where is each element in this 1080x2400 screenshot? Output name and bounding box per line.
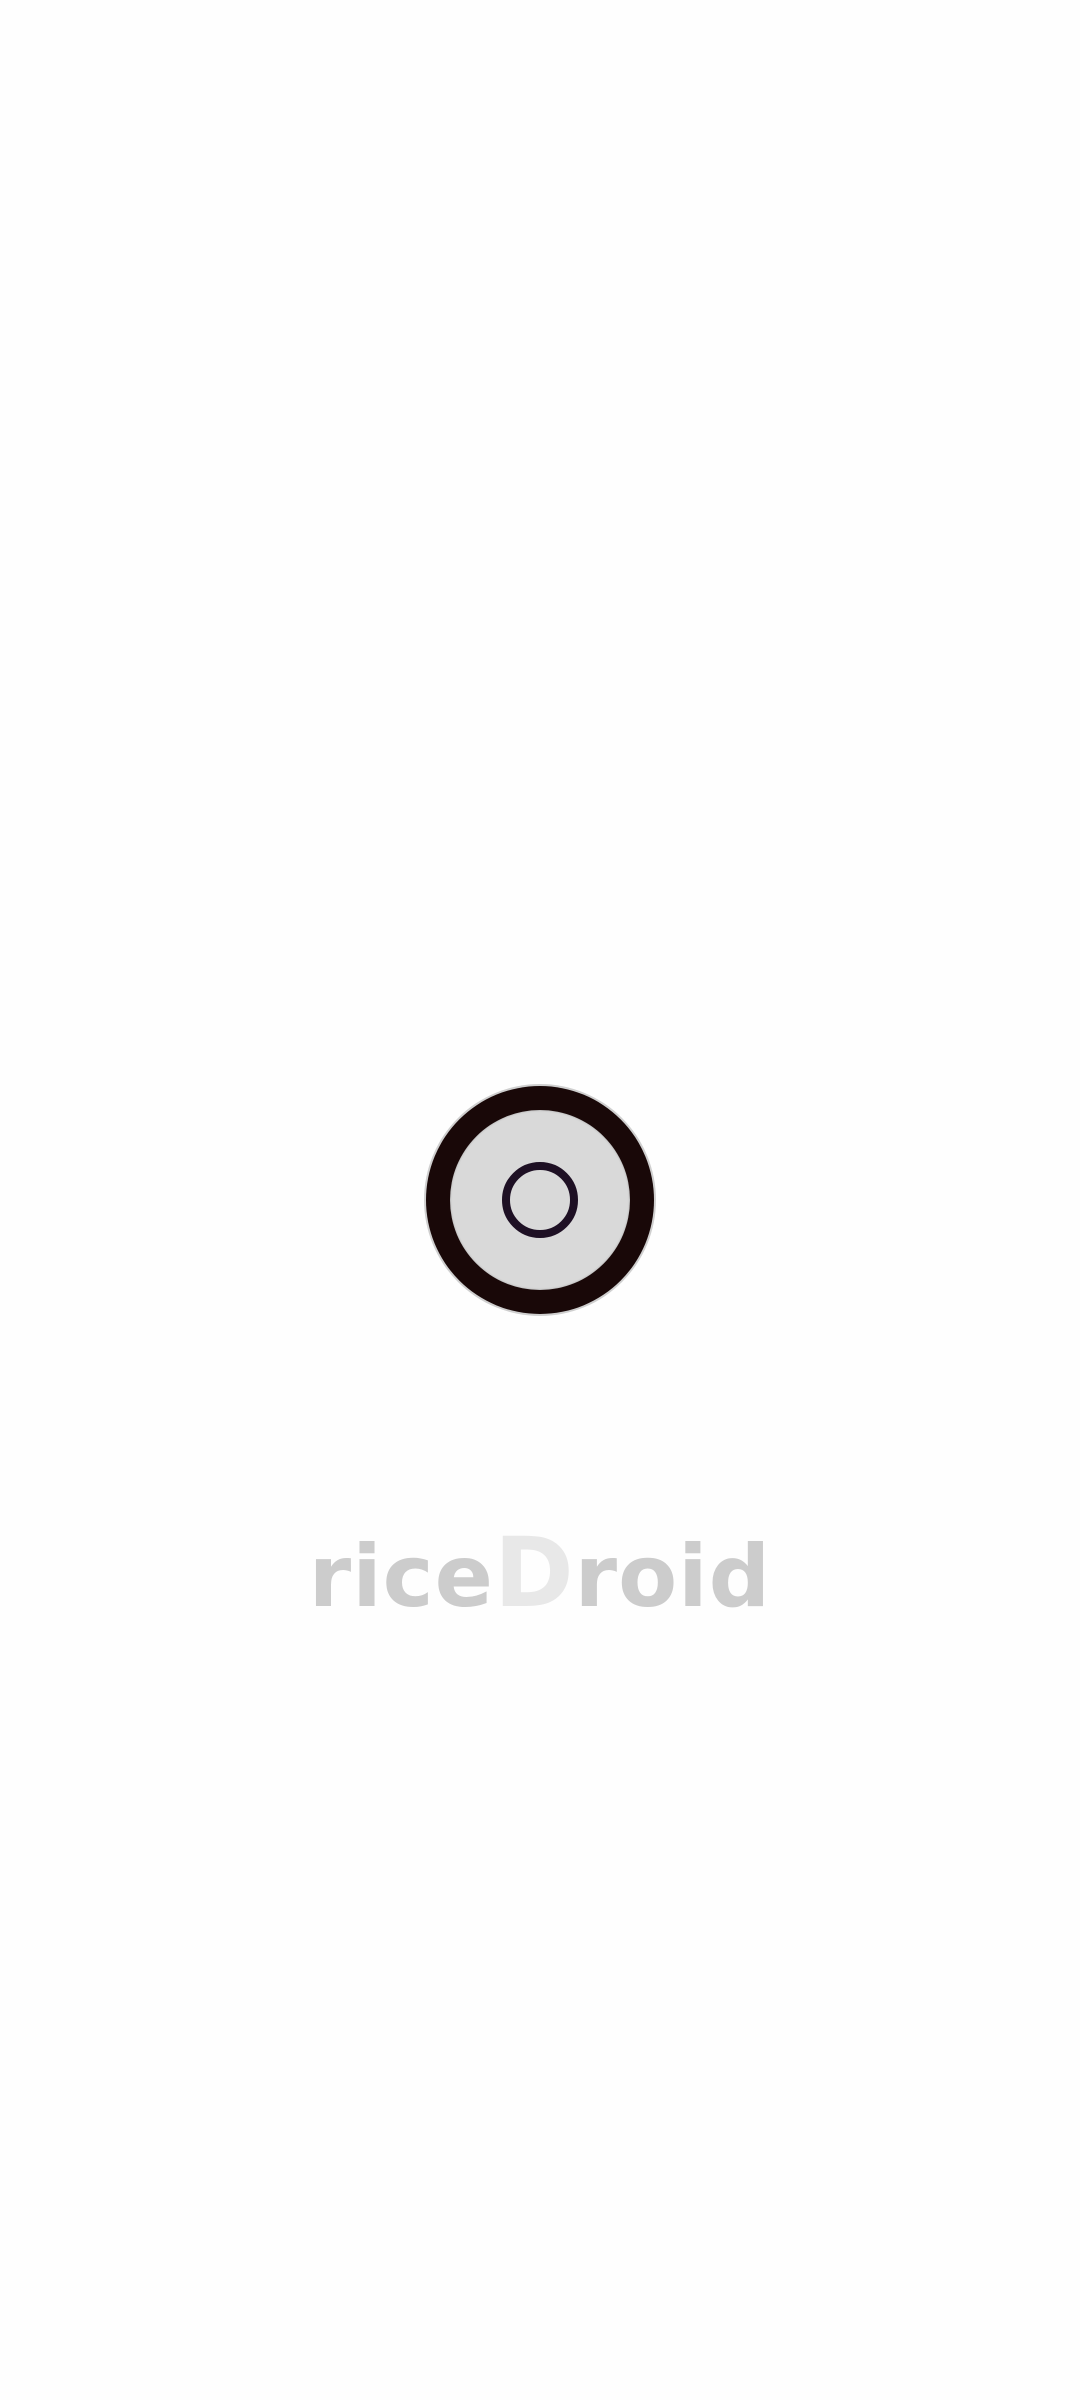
boot-splash-screen: riceDroid <box>0 0 1080 2400</box>
brand-wordmark: riceDroid <box>0 1525 1080 1621</box>
brand-prefix: rice <box>308 1527 494 1627</box>
brand-suffix: roid <box>574 1527 772 1627</box>
brand-accent-letter: D <box>493 1517 575 1629</box>
boot-logo-ring <box>502 1162 578 1238</box>
